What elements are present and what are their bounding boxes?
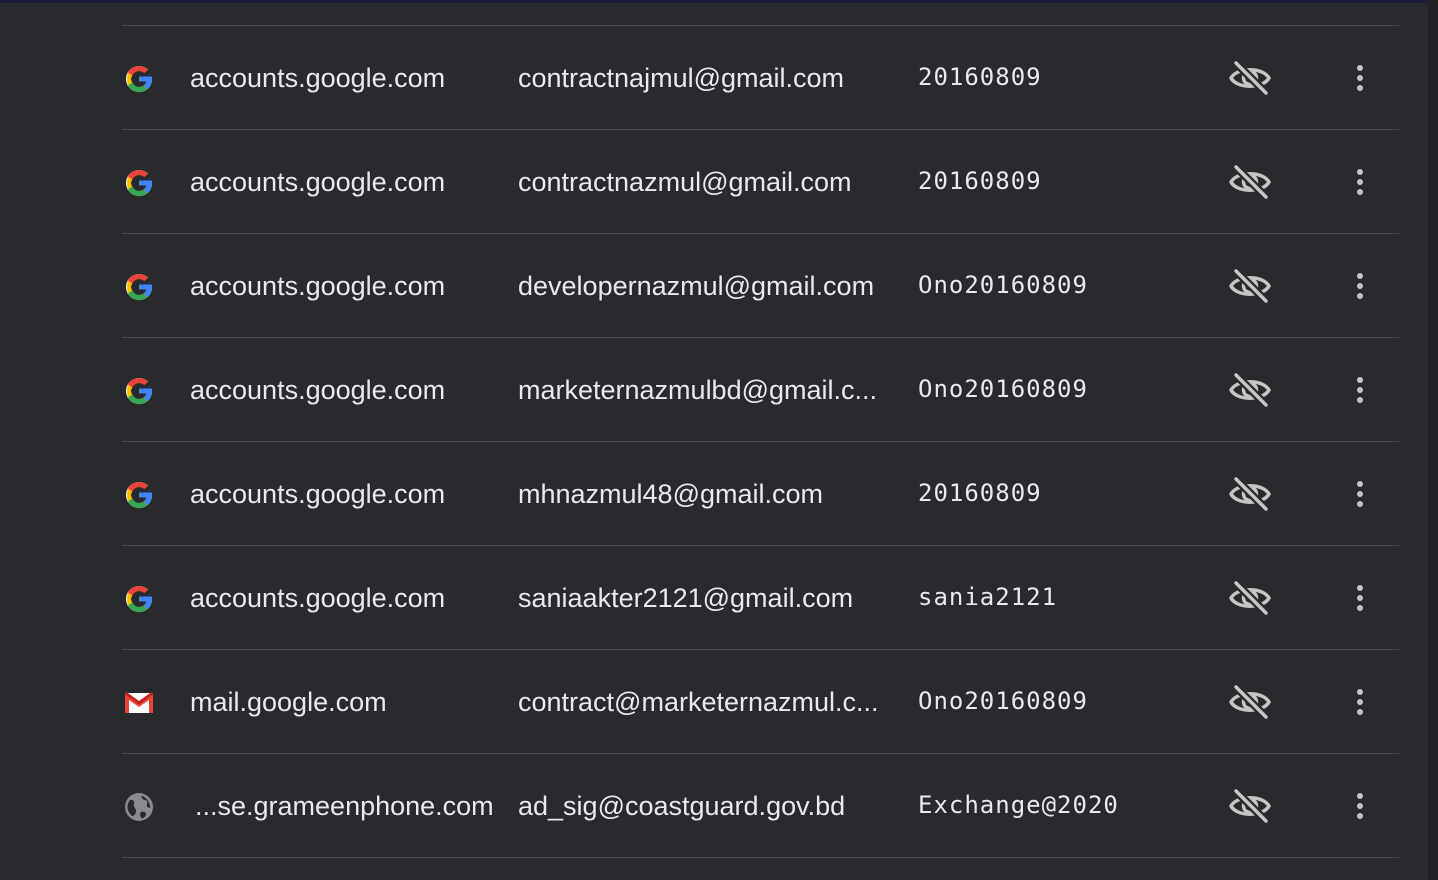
show-password-button[interactable]: [1228, 788, 1272, 824]
site-favicon: [122, 374, 156, 408]
password-text: sania2121: [918, 583, 1058, 611]
password-row: accounts.google.com mhnazmul48@gmail.com…: [122, 441, 1399, 545]
site-name[interactable]: accounts.google.com: [190, 546, 508, 650]
password-text: Exchange@2020: [918, 791, 1119, 819]
globe-icon: [125, 793, 153, 821]
window-right-edge: [1428, 0, 1438, 880]
site-favicon: [122, 686, 156, 720]
site-name[interactable]: ...se.grameenphone.com: [195, 754, 513, 858]
show-password-button[interactable]: [1228, 268, 1272, 304]
site-favicon: [122, 270, 156, 304]
more-actions-button[interactable]: [1346, 580, 1374, 616]
password-row: accounts.google.com contractnazmul@gmail…: [122, 129, 1399, 233]
username: mhnazmul48@gmail.com: [518, 479, 824, 509]
more-dot: [1357, 585, 1363, 591]
more-dot: [1357, 273, 1363, 279]
more-dot: [1357, 481, 1363, 487]
password-row: ...se.grameenphone.com ad_sig@coastguard…: [122, 753, 1399, 858]
google-icon: [126, 482, 153, 508]
show-password-button[interactable]: [1228, 580, 1272, 616]
site-name[interactable]: mail.google.com: [190, 650, 508, 754]
password-text: 20160809: [918, 63, 1042, 91]
username: developernazmul@gmail.com: [518, 271, 875, 301]
google-icon: [126, 170, 153, 196]
google-icon: [126, 586, 153, 612]
site-name[interactable]: accounts.google.com: [190, 26, 508, 130]
more-actions-button[interactable]: [1346, 372, 1374, 408]
more-dot: [1357, 189, 1363, 195]
more-actions-button[interactable]: [1346, 684, 1374, 720]
site-name[interactable]: accounts.google.com: [190, 442, 508, 546]
more-dot: [1357, 595, 1363, 601]
password-text: Ono20160809: [918, 687, 1088, 715]
site-name[interactable]: accounts.google.com: [190, 130, 508, 234]
password-row: accounts.google.com developernazmul@gmai…: [122, 233, 1399, 337]
more-dot: [1357, 75, 1363, 81]
more-actions-button[interactable]: [1346, 476, 1374, 512]
more-dot: [1357, 605, 1363, 611]
more-dot: [1357, 813, 1363, 819]
google-icon: [126, 378, 153, 404]
show-password-button[interactable]: [1228, 684, 1272, 720]
eye-off-icon: [1229, 580, 1271, 616]
google-icon: [126, 274, 153, 300]
site-favicon: [122, 790, 156, 824]
eye-off-icon: [1229, 372, 1271, 408]
show-password-button[interactable]: [1228, 60, 1272, 96]
more-dot: [1357, 377, 1363, 383]
show-password-button[interactable]: [1228, 476, 1272, 512]
more-dot: [1357, 689, 1363, 695]
password-text: Ono20160809: [918, 271, 1088, 299]
google-icon: [126, 66, 153, 92]
eye-off-icon: [1229, 164, 1271, 200]
saved-passwords-list: accounts.google.com contractnajmul@gmail…: [122, 25, 1399, 858]
username: contract@marketernazmul.c...: [518, 687, 879, 717]
more-dot: [1357, 501, 1363, 507]
more-dot: [1357, 397, 1363, 403]
more-dot: [1357, 283, 1363, 289]
site-favicon: [122, 166, 156, 200]
gmail-icon: [125, 692, 153, 713]
password-row: accounts.google.com marketernazmulbd@gma…: [122, 337, 1399, 441]
more-dot: [1357, 491, 1363, 497]
site-name[interactable]: accounts.google.com: [190, 338, 508, 442]
password-row: mail.google.com contract@marketernazmul.…: [122, 649, 1399, 753]
password-text: 20160809: [918, 479, 1042, 507]
site-favicon: [122, 582, 156, 616]
more-dot: [1357, 169, 1363, 175]
more-actions-button[interactable]: [1346, 164, 1374, 200]
show-password-button[interactable]: [1228, 372, 1272, 408]
more-dot: [1357, 387, 1363, 393]
password-row: accounts.google.com contractnajmul@gmail…: [122, 25, 1399, 129]
more-dot: [1357, 293, 1363, 299]
eye-off-icon: [1229, 60, 1271, 96]
more-dot: [1357, 699, 1363, 705]
eye-off-icon: [1229, 684, 1271, 720]
eye-off-icon: [1229, 268, 1271, 304]
username: contractnazmul@gmail.com: [518, 167, 852, 197]
more-dot: [1357, 793, 1363, 799]
username: contractnajmul@gmail.com: [518, 63, 845, 93]
more-dot: [1357, 709, 1363, 715]
site-name[interactable]: accounts.google.com: [190, 234, 508, 338]
password-row: accounts.google.com saniaakter2121@gmail…: [122, 545, 1399, 649]
eye-off-icon: [1229, 476, 1271, 512]
show-password-button[interactable]: [1228, 164, 1272, 200]
more-dot: [1357, 65, 1363, 71]
more-dot: [1357, 85, 1363, 91]
more-actions-button[interactable]: [1346, 788, 1374, 824]
password-text: 20160809: [918, 167, 1042, 195]
window-top-edge: [0, 0, 1438, 3]
password-text: Ono20160809: [918, 375, 1088, 403]
eye-off-icon: [1229, 788, 1271, 824]
more-dot: [1357, 803, 1363, 809]
more-dot: [1357, 179, 1363, 185]
username: marketernazmulbd@gmail.c...: [518, 375, 878, 405]
more-actions-button[interactable]: [1346, 60, 1374, 96]
site-favicon: [122, 478, 156, 512]
site-favicon: [122, 62, 156, 96]
more-actions-button[interactable]: [1346, 268, 1374, 304]
username: ad_sig@coastguard.gov.bd: [518, 791, 846, 821]
username: saniaakter2121@gmail.com: [518, 583, 854, 613]
